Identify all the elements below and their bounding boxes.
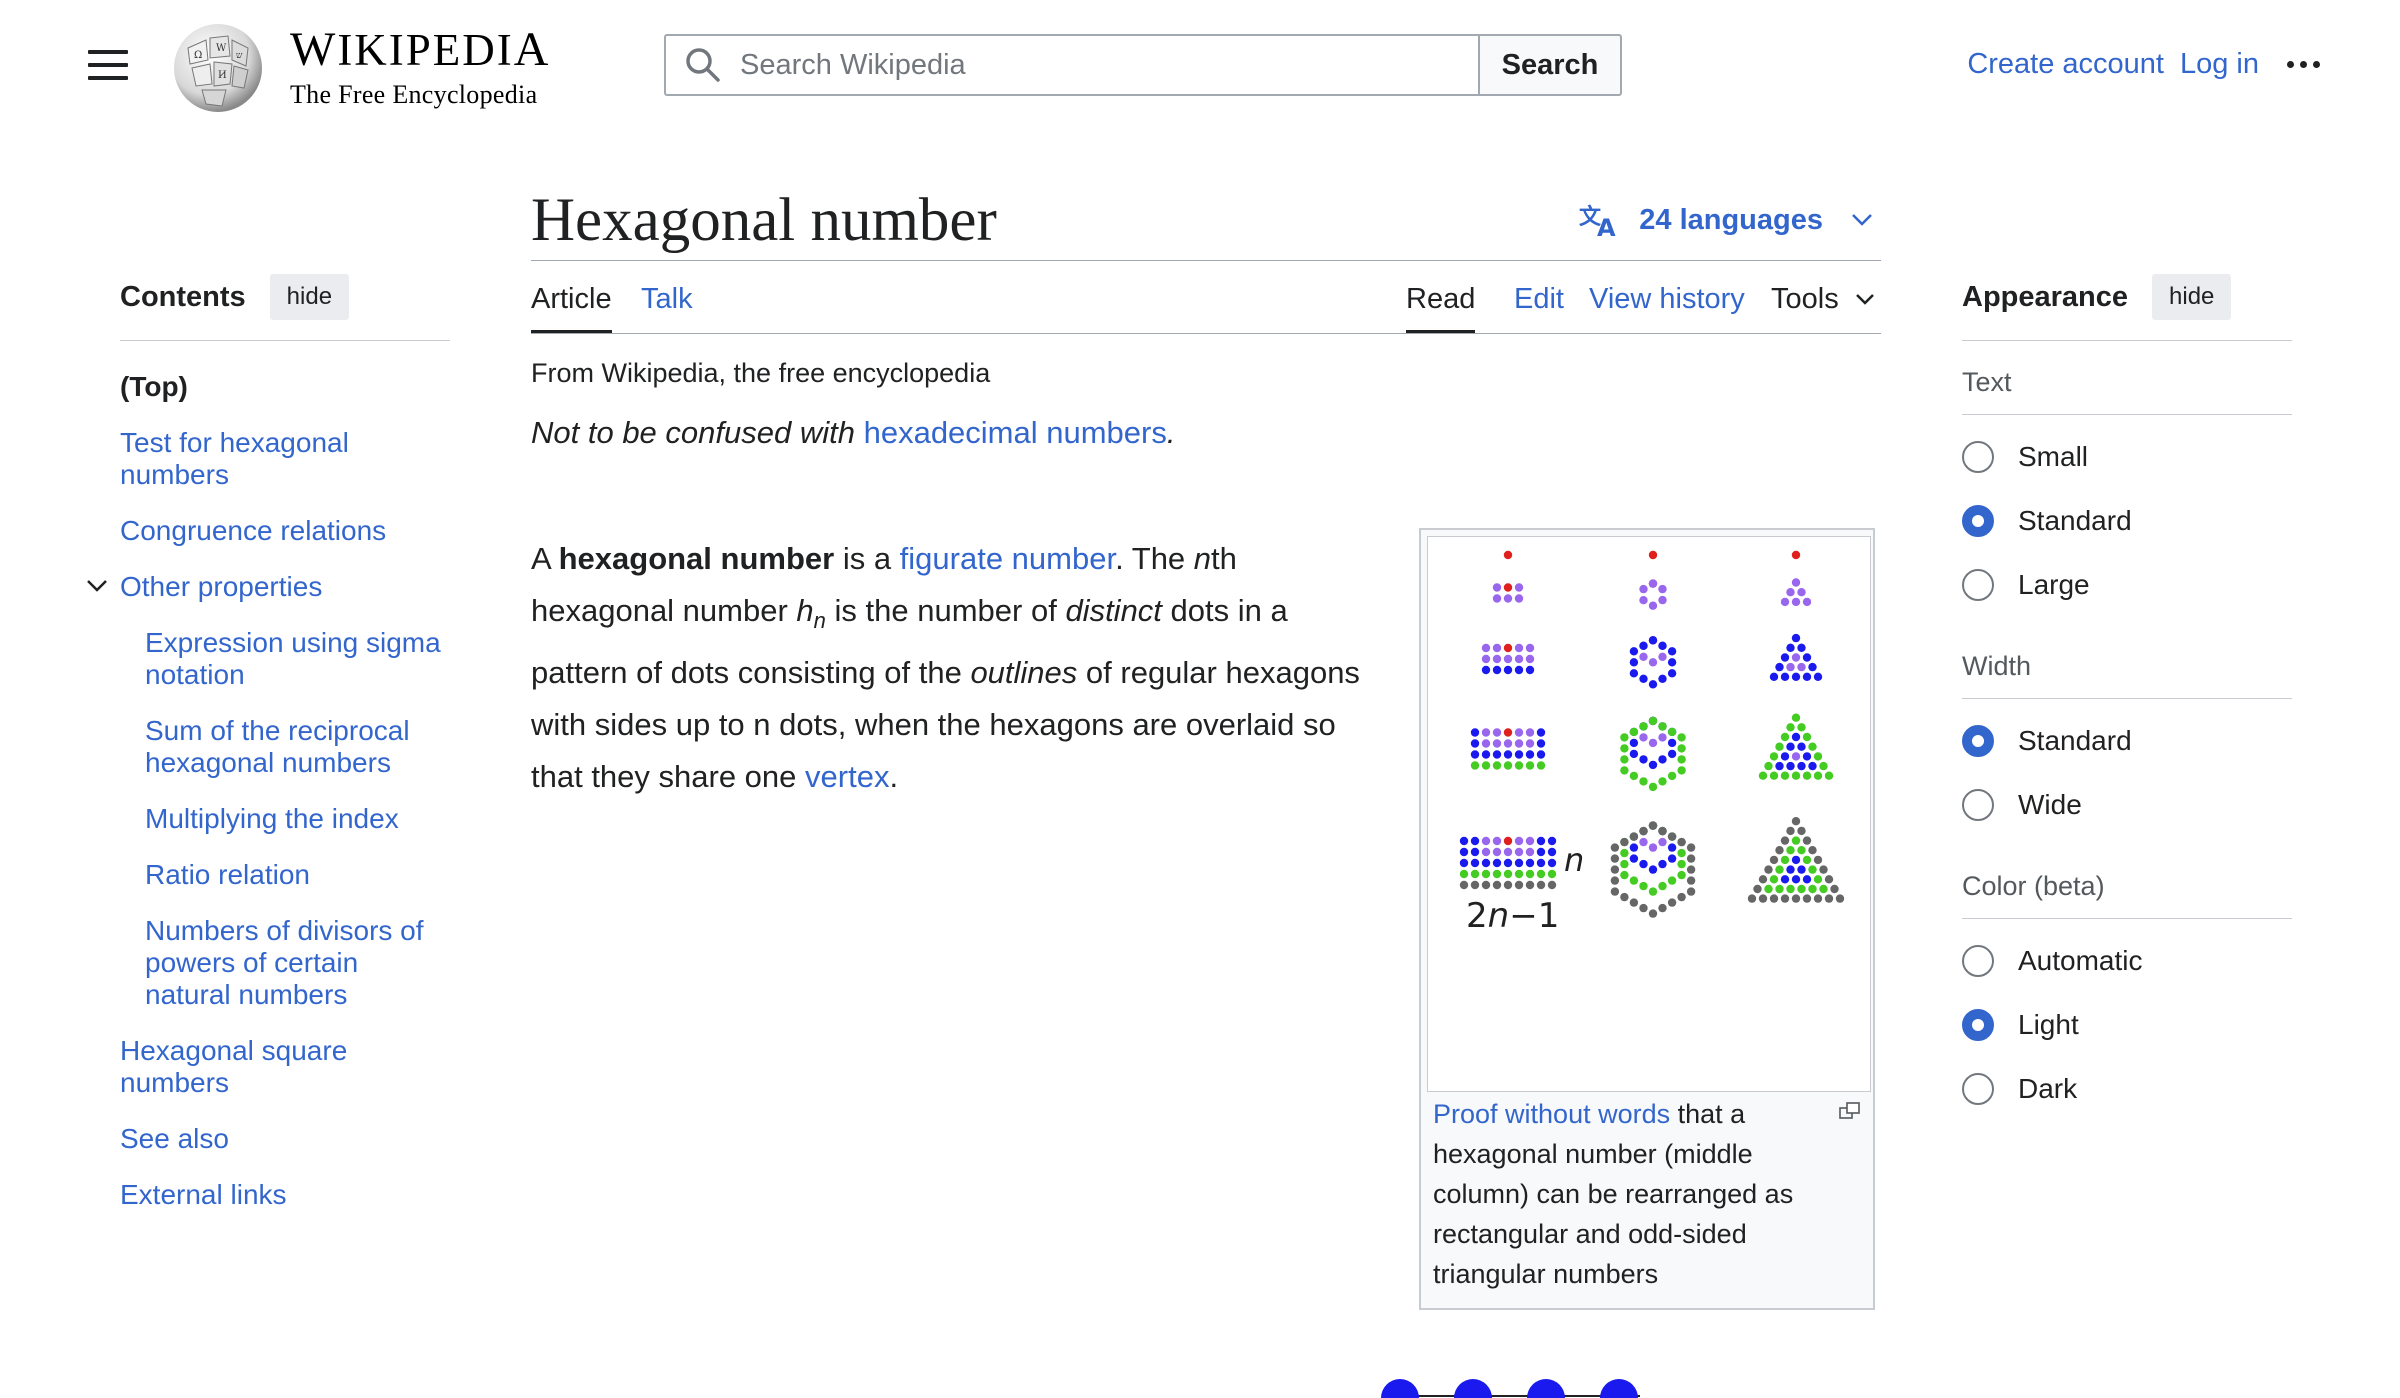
radio-width-wide[interactable] [1962, 789, 1994, 821]
toc-item-see-also[interactable]: See also [120, 1123, 450, 1155]
appearance-panel: Appearance hide Text Small Standard Larg… [1962, 274, 2292, 1129]
toc-item-divisors[interactable]: Numbers of divisors of powers of certain… [120, 915, 450, 1011]
title-row: Hexagonal number 文 A 24 languages [531, 180, 1881, 261]
search-form: Search [664, 34, 1622, 96]
page-title: Hexagonal number [531, 187, 997, 254]
wordmark-tagline: The Free Encyclopedia [290, 80, 538, 109]
toc-header: Contents hide [120, 274, 450, 341]
figure-caption: Proof without words that a hexagonal num… [1433, 1099, 1794, 1289]
text-standard-option[interactable]: Standard [1962, 489, 2292, 553]
svg-text:Ω: Ω [194, 50, 202, 61]
tab-talk[interactable]: Talk [641, 283, 693, 330]
hatnote: Not to be confused with hexadecimal numb… [531, 415, 1176, 450]
width-wide-option[interactable]: Wide [1962, 773, 2292, 837]
languages-button[interactable]: 文 A 24 languages [1579, 202, 1873, 238]
svg-text:W: W [216, 43, 227, 54]
toc-list: (Top) Test for hexagonal numbers Congrue… [87, 371, 450, 1211]
tab-view-history[interactable]: View history [1589, 283, 1745, 330]
user-links: Create account Log in [1951, 48, 2320, 81]
appearance-hide-button[interactable]: hide [2152, 274, 2232, 320]
svg-text:И: И [218, 70, 227, 81]
radio-color-dark[interactable] [1962, 1073, 1994, 1105]
toc-item-congruence[interactable]: Congruence relations [120, 515, 450, 547]
tab-edit[interactable]: Edit [1514, 283, 1564, 330]
main-content: Hexagonal number 文 A 24 languages Articl… [531, 180, 1881, 1310]
appearance-header: Appearance hide [1962, 274, 2292, 341]
text-large-option[interactable]: Large [1962, 553, 2292, 617]
wikipedia-wordmark[interactable]: WIKIPEDIA The Free Encyclopedia [290, 26, 550, 110]
search-button[interactable]: Search [1478, 34, 1622, 96]
create-account-link[interactable]: Create account [1967, 48, 2164, 81]
text-size-label: Text [1962, 341, 2292, 415]
color-automatic-option[interactable]: Automatic [1962, 929, 2292, 993]
main-menu-button[interactable] [88, 50, 128, 82]
next-figure-partial-image [1381, 1379, 1640, 1398]
text-size-options: Small Standard Large [1962, 415, 2292, 625]
page-tabs: Article Talk Read Edit View history Tool… [531, 261, 1881, 334]
tab-article[interactable]: Article [531, 283, 612, 333]
ellipsis-icon[interactable] [2287, 61, 2320, 68]
figurate-number-link[interactable]: figurate number [900, 541, 1115, 576]
width-options: Standard Wide [1962, 699, 2292, 845]
proof-without-words-link[interactable]: Proof without words [1433, 1099, 1670, 1129]
width-standard-option[interactable]: Standard [1962, 709, 2292, 773]
color-options: Automatic Light Dark [1962, 919, 2292, 1129]
tab-tools[interactable]: Tools [1771, 283, 1875, 330]
svg-text:ש: ש [236, 51, 243, 61]
search-icon [686, 48, 720, 82]
width-label: Width [1962, 625, 2292, 699]
toc-title: Contents [120, 280, 246, 313]
toc-item-reciprocal[interactable]: Sum of the reciprocal hexagonal numbers [120, 715, 450, 779]
search-box[interactable] [664, 34, 1478, 96]
toc-item-hex-square[interactable]: Hexagonal square numbers [120, 1035, 450, 1099]
vertex-link[interactable]: vertex [805, 759, 889, 794]
appearance-title: Appearance [1962, 280, 2129, 313]
toc-item-multiplying[interactable]: Multiplying the index [120, 803, 450, 835]
toc-item-sigma[interactable]: Expression using sigma notation [120, 627, 450, 691]
dot-pattern-diagram: n2n−1 [1459, 550, 1845, 936]
radio-text-standard[interactable] [1962, 505, 1994, 537]
color-dark-option[interactable]: Dark [1962, 1057, 2292, 1121]
chevron-down-icon[interactable] [84, 573, 110, 599]
text-small-option[interactable]: Small [1962, 425, 2292, 489]
toc-item-external[interactable]: External links [120, 1179, 450, 1211]
label-n: n [1564, 841, 1584, 879]
color-label: Color (beta) [1962, 845, 2292, 919]
color-light-option[interactable]: Light [1962, 993, 2292, 1057]
toc-hide-button[interactable]: hide [269, 274, 350, 320]
radio-text-small[interactable] [1962, 441, 1994, 473]
toc-item-ratio[interactable]: Ratio relation [120, 859, 450, 891]
chevron-down-icon [1852, 214, 1872, 226]
radio-color-light[interactable] [1962, 1009, 1994, 1041]
log-in-link[interactable]: Log in [2180, 48, 2259, 81]
lead-paragraph: A hexagonal number is a figurate number.… [531, 541, 1360, 795]
table-of-contents: Contents hide (Top) Test for hexagonal n… [87, 274, 450, 1235]
label-2n-1: 2n−1 [1466, 896, 1559, 936]
svg-text:A: A [1597, 214, 1616, 238]
hexadecimal-link[interactable]: hexadecimal numbers [864, 415, 1167, 450]
infobox-figure: n 2n−1 Proof without words that a hexagon… [1419, 528, 1875, 1310]
radio-width-standard[interactable] [1962, 725, 1994, 757]
languages-label: 24 languages [1639, 203, 1823, 236]
site-subtitle: From Wikipedia, the free encyclopedia [531, 358, 991, 388]
proof-without-words-image[interactable]: n 2n−1 [1427, 536, 1871, 1092]
search-input[interactable] [738, 47, 1442, 83]
chevron-down-icon [1855, 294, 1874, 305]
translate-icon: 文 A [1579, 204, 1616, 238]
wordmark-title: WIKIPEDIA [290, 23, 551, 76]
radio-color-automatic[interactable] [1962, 945, 1994, 977]
radio-text-large[interactable] [1962, 569, 1994, 601]
toc-item-test[interactable]: Test for hexagonal numbers [120, 427, 450, 491]
wikipedia-globe-icon[interactable]: Ω W ש И [168, 18, 268, 114]
tab-read[interactable]: Read [1406, 283, 1476, 333]
toc-item-top[interactable]: (Top) [120, 371, 450, 403]
toc-item-other-properties[interactable]: Other properties [87, 571, 450, 603]
